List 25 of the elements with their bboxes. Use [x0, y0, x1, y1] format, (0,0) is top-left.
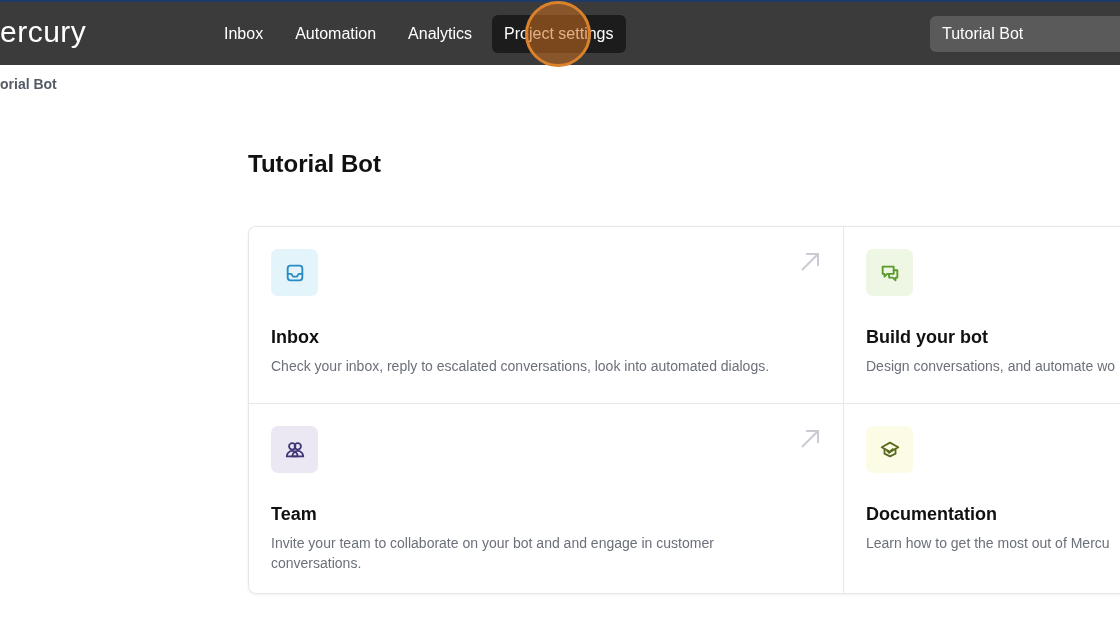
card[interactable]: Documentation Learn how to get the most out of Mercu [843, 404, 1120, 593]
card-description: Design conversations, and automate wo [866, 357, 1117, 376]
card-title: Team [271, 504, 318, 525]
card[interactable]: Inbox Check your inbox, reply to escalated conversations, look into automated dialogs. [249, 227, 843, 404]
card[interactable]: Team Invite your team to collaborate on your bot and and engage in customer conversations. [249, 404, 843, 593]
nav-tab[interactable]: Automation [283, 14, 389, 53]
project-field[interactable]: Tutorial Bot [930, 15, 1120, 52]
people-icon [271, 426, 318, 473]
card-title: Documentation [866, 504, 998, 525]
external-arrow-icon [799, 251, 821, 273]
nav-tab[interactable]: Analytics [396, 14, 485, 53]
nav-tab[interactable]: Inbox [212, 14, 276, 53]
card-description: Learn how to get the most out of Mercu [866, 534, 1111, 553]
card-title: Build your bot [866, 327, 989, 348]
graduation-cap-icon [866, 426, 913, 473]
card-description: Invite your team to collaborate on your bot and and engage in customer conversations. [271, 534, 715, 573]
card-description: Check your inbox, reply to escalated conversations, look into automated dialogs. [271, 357, 771, 376]
breadcrumb[interactable]: orial Bot [0, 65, 1120, 106]
card[interactable]: Build your bot Design conversations, and automate wo [843, 227, 1120, 404]
chat-bubbles-icon [866, 249, 913, 296]
card-title: Inbox [271, 327, 320, 348]
logo[interactable]: ercury [0, 14, 212, 53]
page-title: Tutorial Bot [248, 150, 382, 178]
external-arrow-icon [799, 428, 821, 450]
inbox-icon [271, 249, 318, 296]
